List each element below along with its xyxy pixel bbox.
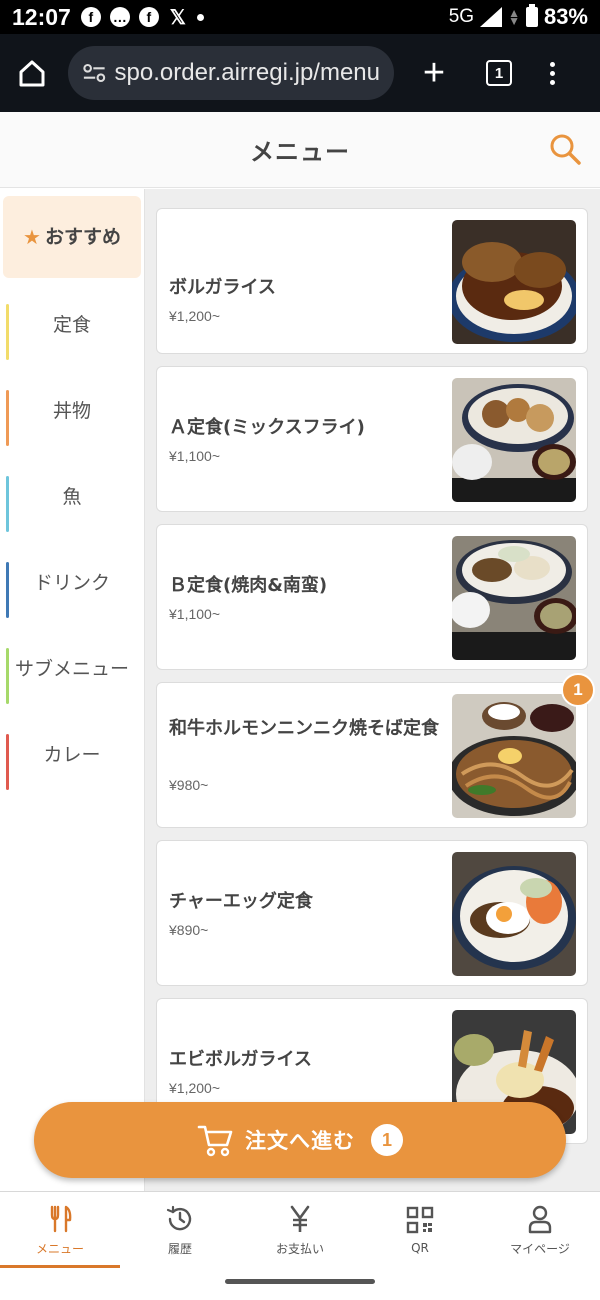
omelet-rice-cutlet-photo — [452, 220, 576, 344]
sidebar-item-donburi[interactable]: 丼物 — [0, 368, 144, 454]
home-icon[interactable] — [14, 55, 50, 91]
sidebar-item-label: 定食 — [52, 314, 91, 336]
menu-item-card[interactable]: Ａ定食(ミックスフライ) ¥1,100~ — [156, 366, 588, 512]
cart-count-badge: 1 — [561, 673, 595, 707]
nav-mypage[interactable]: マイページ — [480, 1192, 600, 1268]
new-tab-icon[interactable]: + — [416, 54, 452, 92]
nav-label: 履歴 — [167, 1241, 192, 1256]
chashu-egg-set-photo — [452, 852, 576, 976]
data-arrows-icon: ▲ ▼ — [508, 6, 520, 28]
menu-item-price: ¥890~ — [169, 922, 209, 938]
dot-icon — [196, 13, 204, 21]
menu-item-price: ¥1,200~ — [169, 1080, 220, 1096]
fork-knife-icon — [50, 1205, 72, 1232]
nav-label: お支払い — [275, 1241, 324, 1256]
tab-switcher-button[interactable]: 1 — [486, 60, 512, 86]
category-color-bar — [6, 304, 9, 360]
proceed-to-order-button[interactable]: 注文へ進む 1 — [34, 1102, 566, 1178]
yen-icon — [290, 1205, 310, 1232]
facebook-icon: f — [138, 7, 159, 27]
menu-item-card[interactable]: Ｂ定食(焼肉&南蛮) ¥1,100~ — [156, 524, 588, 670]
battery-icon — [525, 4, 538, 27]
sidebar-item-label: 魚 — [62, 486, 82, 508]
url-text[interactable]: spo.order.airregi.jp/menu — [115, 59, 380, 87]
more-menu-icon[interactable] — [550, 61, 555, 85]
nav-label: メニュー — [35, 1241, 84, 1256]
page-title: メニュー — [250, 138, 350, 166]
app-header: メニュー — [0, 112, 600, 188]
chat-icon: … — [109, 7, 130, 27]
qr-code-icon — [406, 1206, 434, 1234]
category-color-bar — [6, 648, 9, 704]
network-type: 5G — [448, 6, 475, 27]
order-button-label: 注文へ進む — [245, 1129, 355, 1153]
nav-qr[interactable]: QR — [360, 1192, 480, 1268]
sidebar-item-label: ドリンク — [33, 572, 110, 594]
sidebar-item-label: 丼物 — [52, 400, 91, 422]
category-color-bar — [6, 390, 9, 446]
sidebar-item-fish[interactable]: 魚 — [0, 454, 144, 540]
sidebar-item-label: サブメニュー — [14, 658, 129, 680]
sidebar-item-teishoku[interactable]: 定食 — [0, 282, 144, 368]
nav-history[interactable]: 履歴 — [120, 1192, 240, 1268]
yakiniku-nanban-set-photo — [452, 536, 576, 660]
menu-item-price: ¥1,100~ — [169, 448, 220, 464]
sidebar-item-recommended[interactable]: ★ おすすめ — [3, 196, 141, 278]
star-icon: ★ — [23, 225, 41, 249]
signal-icon — [480, 7, 503, 27]
order-count-badge: 1 — [371, 1124, 403, 1156]
sidebar-item-label: おすすめ — [44, 226, 121, 248]
category-sidebar: ★ おすすめ 定食 丼物 魚 ドリンク サブメニュー カレー — [0, 189, 145, 1191]
menu-item-name: エビボルガライス — [169, 1049, 312, 1070]
address-bar[interactable]: spo.order.airregi.jp/menu — [68, 46, 394, 100]
menu-list: ボルガライス ¥1,200~ Ａ定食(ミックスフライ) ¥1,100~ Ｂ定食(… — [145, 189, 600, 1191]
nav-payment[interactable]: お支払い — [240, 1192, 360, 1268]
battery-percent: 83% — [543, 4, 588, 29]
menu-item-card[interactable]: チャーエッグ定食 ¥890~ — [156, 840, 588, 986]
menu-item-card[interactable]: ボルガライス ¥1,200~ — [156, 208, 588, 354]
cart-icon — [197, 1125, 233, 1157]
notification-icons: f … f 𝕏 — [80, 6, 204, 29]
sidebar-item-submenu[interactable]: サブメニュー — [0, 626, 144, 712]
menu-item-name: 和牛ホルモンニンニク焼そば定食 — [169, 718, 439, 739]
menu-item-name: チャーエッグ定食 — [169, 891, 313, 912]
person-icon — [528, 1205, 552, 1233]
sidebar-item-drink[interactable]: ドリンク — [0, 540, 144, 626]
menu-item-name: Ｂ定食(焼肉&南蛮) — [169, 575, 328, 596]
menu-item-card[interactable]: 和牛ホルモンニンニク焼そば定食 ¥980~ 1 — [156, 673, 595, 828]
active-tab-indicator — [0, 1265, 120, 1268]
search-icon[interactable] — [548, 132, 582, 166]
category-color-bar — [6, 476, 9, 532]
gesture-bar[interactable] — [225, 1279, 375, 1284]
nav-menu[interactable]: メニュー — [0, 1192, 120, 1268]
mixed-fry-set-photo — [452, 378, 576, 502]
sidebar-item-label: カレー — [43, 744, 101, 766]
yakisoba-set-photo — [452, 694, 576, 818]
nav-label: QR — [411, 1241, 429, 1255]
menu-item-name: ボルガライス — [169, 277, 276, 298]
status-time: 12:07 — [12, 3, 71, 30]
menu-item-price: ¥980~ — [169, 777, 209, 793]
status-bar: 12:07 f … f 𝕏 5G ▲ ▼ 83% — [0, 0, 600, 34]
menu-item-price: ¥1,200~ — [169, 308, 220, 324]
x-icon: 𝕏 — [169, 6, 186, 29]
category-color-bar — [6, 734, 9, 790]
site-settings-icon[interactable] — [82, 62, 107, 84]
browser-toolbar: spo.order.airregi.jp/menu + 1 — [0, 34, 600, 112]
category-color-bar — [6, 562, 9, 618]
history-icon — [166, 1205, 192, 1230]
menu-item-name: Ａ定食(ミックスフライ) — [169, 417, 365, 438]
sidebar-item-curry[interactable]: カレー — [0, 712, 144, 798]
bottom-navigation: メニュー 履歴 お支払い QR マイページ — [0, 1191, 600, 1268]
menu-item-price: ¥1,100~ — [169, 606, 220, 622]
nav-label: マイページ — [510, 1241, 570, 1256]
facebook-icon: f — [80, 7, 101, 27]
